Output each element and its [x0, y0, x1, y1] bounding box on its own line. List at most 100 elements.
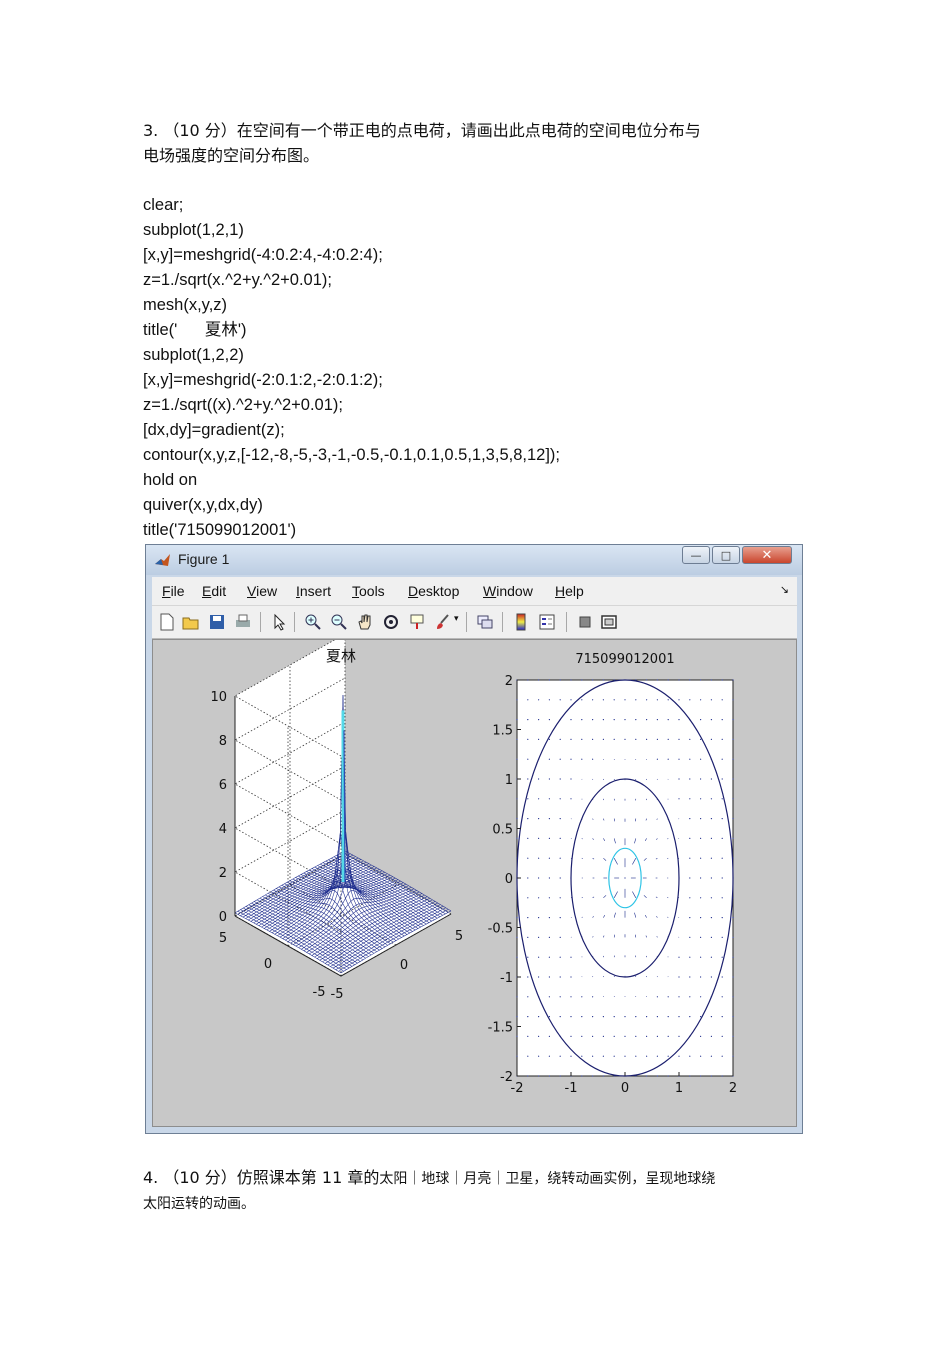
quiver-arrow [548, 837, 550, 839]
quiver-arrow [710, 877, 713, 879]
quiver-arrow [538, 679, 540, 681]
quiver-arrow [538, 897, 540, 899]
minimize-button[interactable]: — [682, 546, 710, 564]
quiver-arrow [732, 917, 734, 919]
mesh-z-tick-label: 10 [210, 690, 227, 705]
quiver-arrow [559, 818, 561, 820]
brush-icon[interactable] [434, 613, 452, 631]
quiver-arrow [538, 976, 540, 978]
quiver-arrow [678, 1035, 680, 1037]
toolbar-separator [260, 612, 261, 632]
quiver-arrow [570, 1035, 572, 1037]
quiver-arrow [710, 679, 713, 681]
close-icon: ✕ [761, 548, 773, 563]
pan-hand-icon[interactable] [356, 613, 374, 631]
quiver-arrow [516, 956, 518, 958]
legend-icon[interactable] [538, 613, 556, 631]
quiver-arrow [548, 798, 550, 800]
open-file-icon[interactable] [182, 613, 200, 631]
menu-insert[interactable]: Insert [296, 583, 331, 599]
code-listing: clear; subplot(1,2,1) [x,y]=meshgrid(-4:0.… [143, 193, 560, 543]
quiver-arrow [538, 877, 540, 879]
toolbar-separator [294, 612, 295, 632]
quiver-arrow [516, 917, 518, 919]
quiver-arrow [581, 1016, 583, 1018]
quiver-arrow [732, 996, 734, 998]
menu-desktop[interactable]: Desktop [408, 583, 459, 599]
edit-plot-arrow-icon[interactable] [270, 613, 288, 631]
quiver-arrow [646, 1035, 648, 1037]
quiver-arrow [656, 679, 658, 681]
quiver-arrow [678, 976, 680, 978]
quiver-arrow [559, 837, 561, 839]
quiver-arrow [592, 1055, 594, 1057]
dock-arrow-icon[interactable]: ↘ [780, 583, 789, 596]
link-plot-icon[interactable] [476, 613, 494, 631]
zoom-in-icon[interactable] [304, 613, 322, 631]
hide-plot-tools-icon[interactable] [576, 613, 594, 631]
quiver-arrow [656, 1016, 658, 1018]
show-plot-tools-icon[interactable] [600, 613, 618, 631]
window-title: Figure 1 [178, 551, 230, 567]
question-4-line-1-b: 太阳｜地球｜月亮｜卫星，绕转动画实例，呈现地球绕 [379, 1171, 716, 1187]
menu-help[interactable]: Help [555, 583, 584, 599]
quiver-arrow [559, 738, 561, 740]
title-bar[interactable]: Figure 1 — □ ✕ [146, 545, 802, 575]
quiver-arrow [548, 679, 550, 681]
question-4: 4. （10 分）仿照课本第 11 章的太阳｜地球｜月亮｜卫星，绕转动画实例，呈… [143, 1165, 783, 1217]
quiver-arrow [559, 778, 561, 780]
quiver-arrow [559, 857, 561, 859]
maximize-button[interactable]: □ [712, 546, 740, 564]
menu-file[interactable]: File [162, 583, 185, 599]
quiver-arrow [656, 758, 658, 760]
mesh-y-tick-label: -5 [313, 985, 326, 1000]
quiver-arrow [732, 679, 734, 681]
quiver-arrow [678, 996, 680, 998]
code-line: title(' 夏林') [143, 321, 247, 339]
mesh-x-tick-label: 5 [455, 929, 463, 944]
quiver-arrow [635, 719, 637, 721]
quiver-arrow [581, 719, 583, 721]
data-cursor-icon[interactable] [408, 613, 426, 631]
menu-view[interactable]: View [247, 583, 277, 599]
quiver-arrow [732, 976, 734, 978]
menu-window[interactable]: Window [483, 583, 533, 599]
quiver-arrow [602, 719, 604, 721]
quiver-arrow [559, 996, 561, 998]
quiver-arrow [581, 1055, 583, 1057]
contour-y-tick-label: 0 [505, 872, 513, 887]
quiver-arrow [548, 1055, 550, 1057]
question-3: 3. （10 分）在空间有一个带正电的点电荷，请画出此点电荷的空间电位分布与 电… [143, 118, 783, 168]
quiver-arrow [689, 1055, 691, 1057]
quiver-arrow [624, 877, 626, 879]
new-figure-icon[interactable] [158, 613, 176, 631]
colorbar-icon[interactable] [512, 613, 530, 631]
figure-canvas: 0 2 4 6 8 10 -5 0 5 -5 0 5 夏林 -2 -1 0 1 2 2 1.5 1 0.5 0 -0.5 -1… [152, 633, 797, 1127]
quiver-arrow [527, 738, 529, 740]
quiver-arrow [721, 1035, 723, 1037]
quiver-arrow [710, 956, 713, 958]
quiver-arrow [516, 1016, 518, 1018]
quiver-arrow [570, 758, 572, 760]
close-button[interactable]: ✕ [742, 546, 792, 564]
quiver-arrow [656, 996, 658, 998]
quiver-arrow [646, 1016, 648, 1018]
quiver-arrow [548, 758, 550, 760]
question-4-line-1: 4. （10 分）仿照课本第 11 章的太阳｜地球｜月亮｜卫星，绕转动画实例，呈… [143, 1165, 783, 1192]
quiver-arrow [592, 1016, 594, 1018]
code-line: [x,y]=meshgrid(-4:0.2:4,-4:0.2:4); [143, 246, 383, 264]
zoom-out-icon[interactable] [330, 613, 348, 631]
quiver-arrow [527, 936, 529, 938]
save-icon[interactable] [208, 613, 226, 631]
quiver-arrow [710, 719, 713, 721]
mesh-plot: 0 2 4 6 8 10 -5 0 5 -5 0 5 夏林 [210, 633, 463, 1002]
rotate-3d-icon[interactable] [382, 613, 400, 631]
menu-tools[interactable]: Tools [352, 583, 385, 599]
print-icon[interactable] [234, 613, 252, 631]
quiver-arrow [667, 758, 669, 760]
quiver-arrow [635, 1055, 637, 1057]
quiver-arrow [721, 917, 723, 919]
menu-edit[interactable]: Edit [202, 583, 226, 599]
brush-dropdown-icon[interactable]: ▾ [454, 614, 459, 624]
quiver-arrow [527, 1035, 529, 1037]
